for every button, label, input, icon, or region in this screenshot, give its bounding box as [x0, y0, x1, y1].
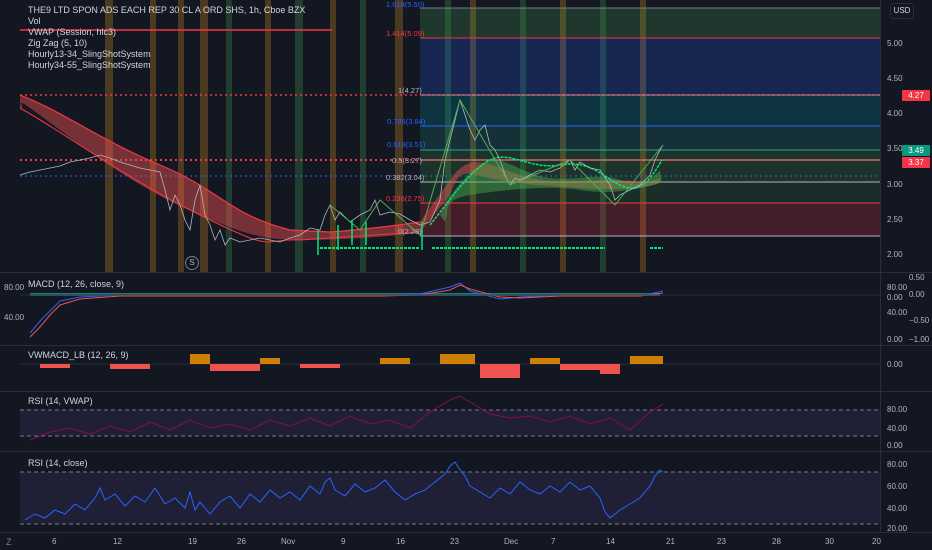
macd-right-tick: −0.50 — [909, 316, 930, 325]
fib-label-1618: 1.618(5.50) — [386, 0, 425, 9]
rsi-close-tick: 80.00 — [887, 460, 908, 469]
time-label: 7 — [551, 537, 556, 546]
rsi-close-pane[interactable]: RSI (14, close) 80.00 60.00 40.00 20.00 — [0, 452, 932, 533]
macd-line — [29, 282, 664, 334]
time-label: 28 — [772, 537, 781, 546]
price-pane[interactable]: THE9 LTD SPON ADS EACH REP 30 CL A ORD S… — [0, 0, 932, 272]
time-label: 20 — [872, 537, 881, 546]
vwmacd-chart[interactable] — [0, 346, 932, 391]
price-axis[interactable]: USD 5.00 4.50 4.00 3.50 3.00 2.50 2.00 4… — [880, 0, 932, 272]
macd-chart[interactable] — [0, 273, 932, 345]
macd-overlay-tick: 0.00 — [887, 293, 903, 302]
rsi-close-axis[interactable]: 80.00 60.00 40.00 20.00 — [880, 452, 932, 533]
signal-line — [29, 284, 664, 338]
macd-left-tick: 40.00 — [4, 313, 25, 322]
rsi-vwap-tick: 40.00 — [887, 424, 908, 433]
symbol-title: THE9 LTD SPON ADS EACH REP 30 CL A ORD S… — [28, 5, 306, 15]
time-label: 19 — [188, 537, 197, 546]
macd-pane[interactable]: MACD (12, 26, close, 9) 80.00 40.00 80.0… — [0, 273, 932, 345]
fib-label-1414: 1.414(5.09) — [386, 29, 425, 38]
indicator-zigzag[interactable]: Zig Zag (5, 10) — [28, 38, 305, 49]
chart-legend: THE9 LTD SPON ADS EACH REP 30 CL A ORD S… — [28, 5, 305, 71]
time-label: 23 — [717, 537, 726, 546]
time-label: 6 — [52, 537, 57, 546]
macd-overlay-tick: 80.00 — [887, 283, 908, 292]
price-badge-3-37: 3.37 — [902, 157, 930, 168]
vwmacd-histogram-up — [190, 354, 663, 364]
fib-label-0382: 0.382(3.04) — [386, 173, 425, 182]
indicator-vol[interactable]: Vol — [28, 16, 305, 27]
macd-axis[interactable]: 80.00 0.00 40.00 0.00 0.50 0.00 −0.50 −1… — [880, 273, 932, 345]
time-label: 26 — [237, 537, 246, 546]
price-tick: 3.00 — [887, 180, 903, 189]
price-badge-3-49: 3.49 — [902, 145, 930, 156]
fib-label-0786: 0.786(3.84) — [387, 117, 426, 126]
time-axis[interactable]: Z — [0, 533, 932, 550]
fib-label-0236: 0.236(2.75) — [386, 194, 425, 203]
indicator-vwap[interactable]: VWAP (Session, hlc3) — [28, 27, 305, 38]
goto-date-icon[interactable]: Z — [6, 537, 12, 547]
time-label: 14 — [606, 537, 615, 546]
time-label: Nov — [281, 537, 296, 546]
rsi-vwap-tick: 80.00 — [887, 405, 908, 414]
price-tick: 4.50 — [887, 74, 903, 83]
rsi-vwap-pane[interactable]: RSI (14, VWAP) 80.00 40.00 0.00 — [0, 392, 932, 451]
price-badge-4-27: 4.27 — [902, 90, 930, 101]
indicator-slingshot-13-34[interactable]: Hourly13-34_SlingShotSystem — [28, 49, 305, 60]
macd-right-tick: −1.00 — [909, 335, 930, 344]
indicator-slingshot-34-55[interactable]: Hourly34-55_SlingShotSystem — [28, 60, 305, 71]
time-label: 23 — [450, 537, 459, 546]
macd-overlay-tick: 0.00 — [887, 335, 903, 344]
vwmacd-pane[interactable]: VWMACD_LB (12, 26, 9) 0.00 — [0, 346, 932, 391]
fib-label-05: 0.5(3.27) — [392, 156, 423, 165]
rsi-vwap-legend[interactable]: RSI (14, VWAP) — [28, 396, 93, 407]
time-label: 9 — [341, 537, 346, 546]
time-label: 30 — [825, 537, 834, 546]
price-tick: 5.00 — [887, 39, 903, 48]
fib-label-0618: 0.618(3.51) — [387, 140, 426, 149]
price-tick: 2.50 — [887, 215, 903, 224]
rsi-close-tick: 60.00 — [887, 482, 908, 491]
vwmacd-legend[interactable]: VWMACD_LB (12, 26, 9) — [28, 350, 129, 361]
time-label: 21 — [666, 537, 675, 546]
fib-zones — [420, 7, 880, 237]
macd-right-tick: 0.00 — [909, 290, 925, 299]
vwmacd-histogram-down — [40, 364, 620, 378]
macd-legend[interactable]: MACD (12, 26, close, 9) — [28, 279, 124, 290]
price-tick: 3.50 — [887, 144, 903, 153]
time-label: Dec — [504, 537, 519, 546]
vwmacd-axis[interactable]: 0.00 — [880, 346, 932, 391]
vwmacd-tick: 0.00 — [887, 360, 903, 369]
rsi-vwap-chart[interactable] — [0, 392, 932, 451]
rsi-close-legend[interactable]: RSI (14, close) — [28, 458, 88, 469]
fib-label-1: 1(4.27) — [398, 86, 422, 95]
rsi-vwap-axis[interactable]: 80.00 40.00 0.00 — [880, 392, 932, 451]
time-label: 12 — [113, 537, 122, 546]
macd-left-tick: 80.00 — [4, 283, 25, 292]
currency-button[interactable]: USD — [890, 3, 914, 19]
time-label: 16 — [396, 537, 405, 546]
macd-overlay-tick: 40.00 — [887, 308, 908, 317]
zigzag-s-marker[interactable]: S — [185, 256, 199, 270]
fib-label-0: 0(2.28) — [398, 227, 422, 236]
price-tick: 2.00 — [887, 250, 903, 259]
macd-right-tick: 0.50 — [909, 273, 925, 282]
price-tick: 4.00 — [887, 109, 903, 118]
rsi-vwap-tick: 0.00 — [887, 441, 903, 450]
rsi-close-tick: 40.00 — [887, 504, 908, 513]
rsi-close-chart[interactable] — [0, 452, 932, 532]
